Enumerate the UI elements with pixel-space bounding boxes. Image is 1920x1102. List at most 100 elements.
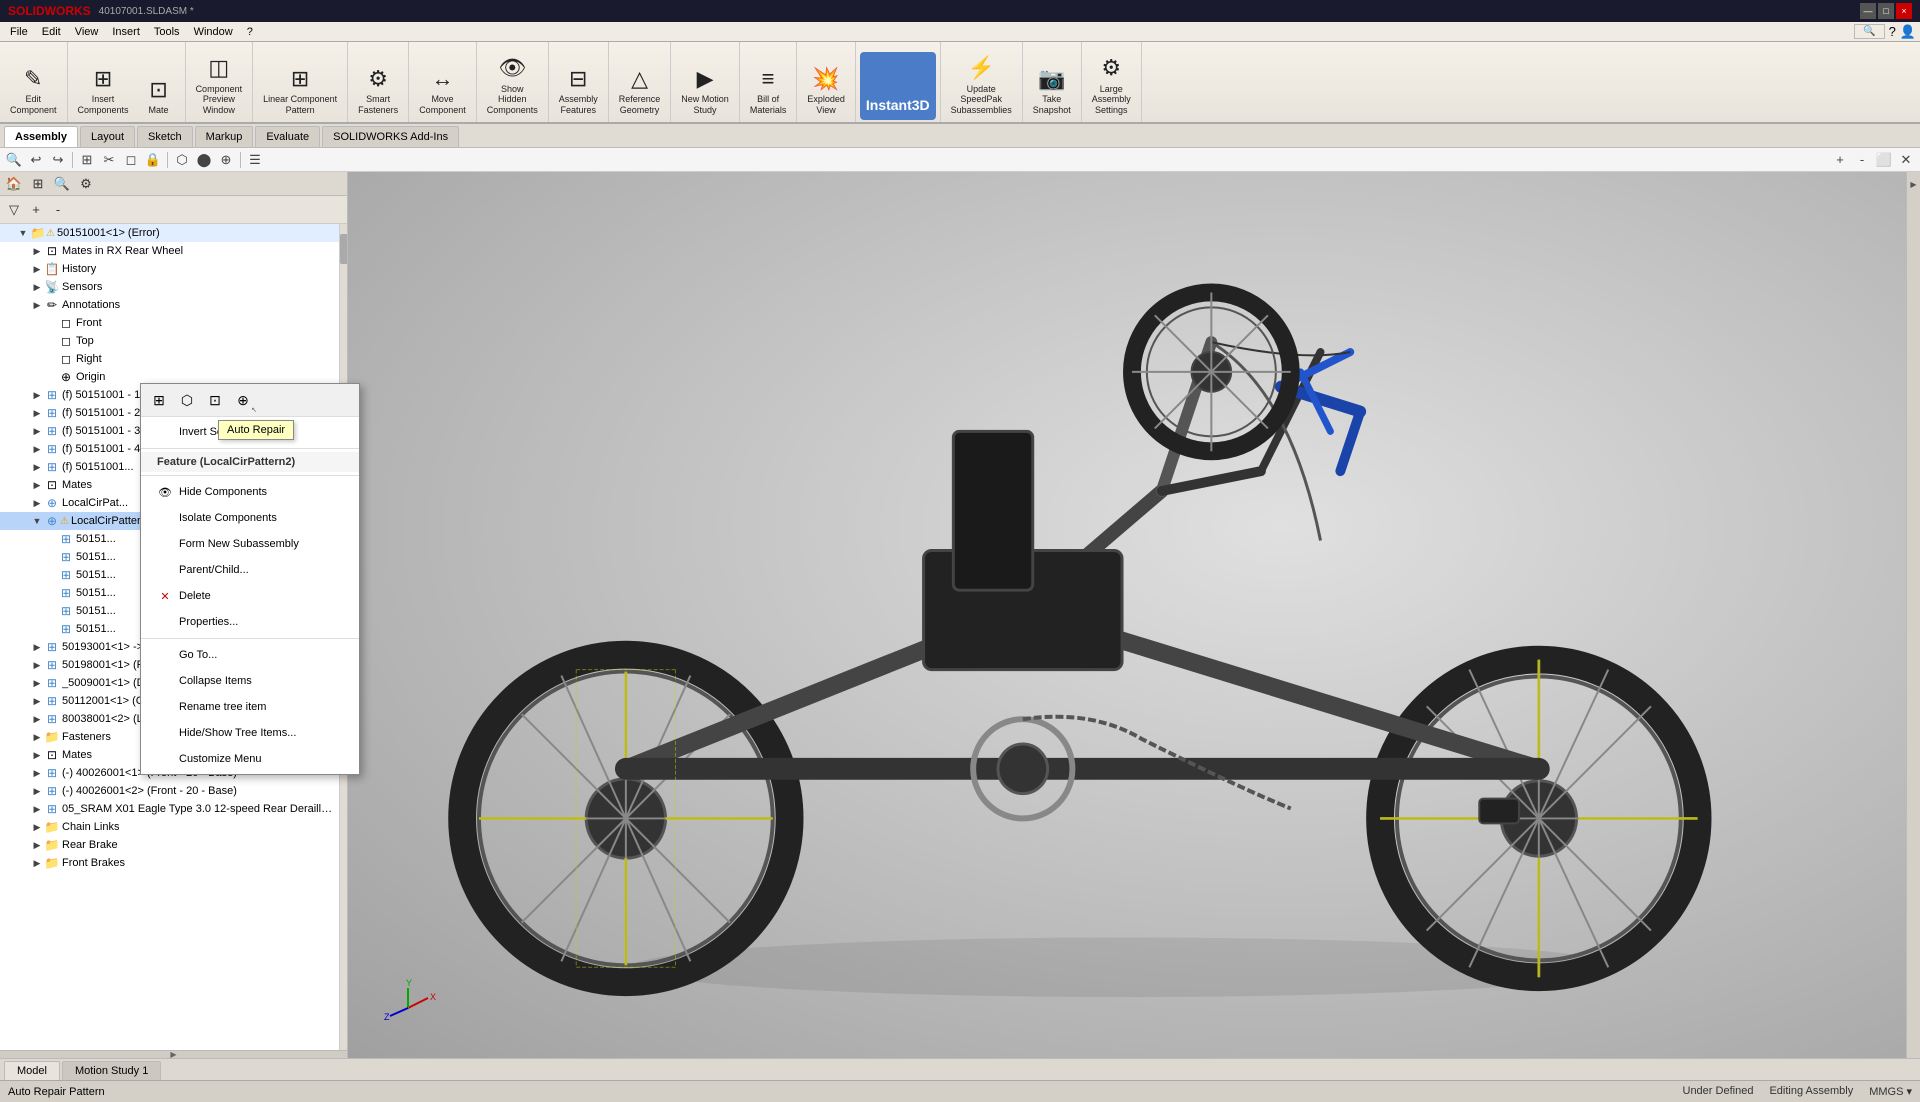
ctx-properties[interactable]: Properties...	[141, 609, 359, 635]
ribbon-instant3d[interactable]: Instant3D	[860, 52, 936, 120]
ribbon-smart-fasteners[interactable]: ⚙ SmartFasteners	[352, 52, 404, 120]
tree-history[interactable]: ▶ 📋 History	[0, 260, 339, 278]
ctx-hide-components[interactable]: 👁 Hide Components	[141, 479, 359, 505]
sec-redo[interactable]: ↪	[48, 150, 68, 170]
ribbon-insert-components[interactable]: ⊞ InsertComponents	[72, 52, 135, 120]
sub6-icon: ⊞	[58, 621, 74, 637]
scrollbar-thumb[interactable]	[340, 234, 347, 264]
tree-annotations[interactable]: ▶ ✏ Annotations	[0, 296, 339, 314]
tree-collapse-all[interactable]: -	[48, 200, 68, 220]
search-button[interactable]: 🔍	[1854, 24, 1884, 39]
tab-markup[interactable]: Markup	[195, 126, 254, 147]
tree-rear-brake[interactable]: ▶ 📁 Rear Brake	[0, 836, 339, 854]
minimize-button[interactable]: —	[1860, 3, 1876, 19]
sec-section[interactable]: ✂	[99, 150, 119, 170]
panel-search[interactable]: 🔍	[52, 174, 72, 194]
ribbon-linear-pattern[interactable]: ⊞ Linear ComponentPattern	[257, 52, 343, 120]
large-assembly-icon: ⚙	[1101, 55, 1121, 81]
tab-assembly[interactable]: Assembly	[4, 126, 78, 147]
panel-bottom-expander[interactable]: ▶	[0, 1050, 347, 1058]
ctx-goto[interactable]: Go To...	[141, 642, 359, 668]
menu-insert[interactable]: Insert	[106, 24, 146, 40]
sec-realview[interactable]: ☰	[245, 150, 265, 170]
menu-tools[interactable]: Tools	[148, 24, 186, 40]
ribbon-snapshot[interactable]: 📷 TakeSnapshot	[1027, 52, 1077, 120]
ribbon-new-motion[interactable]: ▶ New MotionStudy	[675, 52, 735, 120]
ribbon-reference-geometry[interactable]: △ ReferenceGeometry	[613, 52, 667, 120]
tree-front-plane[interactable]: ▶ ◻ Front	[0, 314, 339, 332]
ctx-hide-label: Hide Components	[179, 486, 267, 498]
ribbon-exploded-view[interactable]: 💥 ExplodedView	[801, 52, 851, 120]
sec-lights[interactable]: ⊕	[216, 150, 236, 170]
ctx-customize-menu[interactable]: Customize Menu	[141, 746, 359, 772]
subassembly-icon	[157, 536, 173, 552]
tree-filter[interactable]: ▽	[4, 200, 24, 220]
sec-display[interactable]: ◻	[121, 150, 141, 170]
viewport[interactable]: X Y Z	[348, 172, 1906, 1058]
menu-edit[interactable]: Edit	[36, 24, 67, 40]
ribbon-show-hidden[interactable]: 👁 ShowHiddenComponents	[481, 52, 544, 120]
ctx-collapse-items[interactable]: Collapse Items	[141, 668, 359, 694]
ribbon-move-component[interactable]: ↔ MoveComponent	[413, 52, 472, 120]
sec-view-orient[interactable]: ⊞	[77, 150, 97, 170]
status-units[interactable]: MMGS ▾	[1869, 1085, 1912, 1098]
tree-mates-rear-wheel[interactable]: ▶ ⊡ Mates in RX Rear Wheel	[0, 242, 339, 260]
menu-help[interactable]: ?	[241, 24, 259, 40]
sec-zoom-in[interactable]: +	[1830, 150, 1850, 170]
ctx-toolbar-btn-4[interactable]: ⊕ ↖	[231, 388, 255, 412]
ctx-toolbar-btn-2[interactable]: ⬡	[175, 388, 199, 412]
tree-chain-links[interactable]: ▶ 📁 Chain Links	[0, 818, 339, 836]
sec-zoom-out[interactable]: -	[1852, 150, 1872, 170]
sec-scene[interactable]: ⬤	[194, 150, 214, 170]
sec-close-viewport[interactable]: ✕	[1896, 150, 1916, 170]
menu-window[interactable]: Window	[188, 24, 239, 40]
panel-filter[interactable]: ⊞	[28, 174, 48, 194]
tree-40026-2[interactable]: ▶ ⊞ (-) 40026001<2> (Front - 20 - Base)	[0, 782, 339, 800]
menu-file[interactable]: File	[4, 24, 34, 40]
sec-undo[interactable]: ↩	[26, 150, 46, 170]
tab-addins[interactable]: SOLIDWORKS Add-Ins	[322, 126, 459, 147]
menu-view[interactable]: View	[69, 24, 105, 40]
ribbon-assembly-features[interactable]: ⊟ AssemblyFeatures	[553, 52, 604, 120]
tree-front-brakes[interactable]: ▶ 📁 Front Brakes	[0, 854, 339, 872]
ctx-delete[interactable]: ✕ Delete	[141, 583, 359, 609]
sec-maximize[interactable]: ⬜	[1874, 150, 1894, 170]
tab-evaluate[interactable]: Evaluate	[255, 126, 320, 147]
panel-home[interactable]: 🏠	[4, 174, 24, 194]
bottom-tab-motion[interactable]: Motion Study 1	[62, 1061, 161, 1080]
panel-gear[interactable]: ⚙	[76, 174, 96, 194]
ribbon-large-assembly[interactable]: ⚙ LargeAssemblySettings	[1086, 52, 1137, 120]
tree-sensors[interactable]: ▶ 📡 Sensors	[0, 278, 339, 296]
tab-layout[interactable]: Layout	[80, 126, 135, 147]
ctx-parent-child[interactable]: Parent/Child...	[141, 557, 359, 583]
ctx-isolate-components[interactable]: Isolate Components	[141, 505, 359, 531]
ribbon-mate[interactable]: ⊡ Mate	[137, 52, 181, 120]
close-button[interactable]: ×	[1896, 3, 1912, 19]
part5-label: (f) 50151001...	[62, 461, 134, 473]
sec-search[interactable]: 🔍	[4, 150, 24, 170]
tree-root[interactable]: ▼ 📁 ⚠ 50151001<1> (Error)	[0, 224, 339, 242]
sec-appearance[interactable]: ⬡	[172, 150, 192, 170]
maximize-button[interactable]: □	[1878, 3, 1894, 19]
help-button[interactable]: ?	[1889, 24, 1896, 39]
ctx-toolbar-btn-1[interactable]: ⊞	[147, 388, 171, 412]
root-expand[interactable]: ▼	[16, 226, 30, 240]
ribbon-bom-label: Bill ofMaterials	[750, 94, 787, 116]
ctx-form-subassembly[interactable]: Form New Subassembly	[141, 531, 359, 557]
ribbon-component-preview[interactable]: ◫ ComponentPreviewWindow	[190, 52, 249, 120]
ctx-toolbar-btn-3[interactable]: ⊡	[203, 388, 227, 412]
bottom-tab-model[interactable]: Model	[4, 1061, 60, 1080]
ctx-hideshow-tree[interactable]: Hide/Show Tree Items...	[141, 720, 359, 746]
tree-top-plane[interactable]: ▶ ◻ Top	[0, 332, 339, 350]
front-brakes-icon: 📁	[44, 855, 60, 871]
tab-sketch[interactable]: Sketch	[137, 126, 193, 147]
sec-hide[interactable]: 🔒	[143, 150, 163, 170]
user-button[interactable]: 👤	[1900, 24, 1916, 40]
tree-right-plane[interactable]: ▶ ◻ Right	[0, 350, 339, 368]
ribbon-speedpak[interactable]: ⚡ UpdateSpeedPakSubassemblies	[945, 52, 1018, 120]
tree-sram[interactable]: ▶ ⊞ 05_SRAM X01 Eagle Type 3.0 12-speed …	[0, 800, 339, 818]
ctx-rename[interactable]: Rename tree item	[141, 694, 359, 720]
ribbon-bom[interactable]: ≡ Bill ofMaterials	[744, 52, 793, 120]
ribbon-edit-component[interactable]: ✎ EditComponent	[4, 52, 63, 120]
tree-expand-all[interactable]: +	[26, 200, 46, 220]
